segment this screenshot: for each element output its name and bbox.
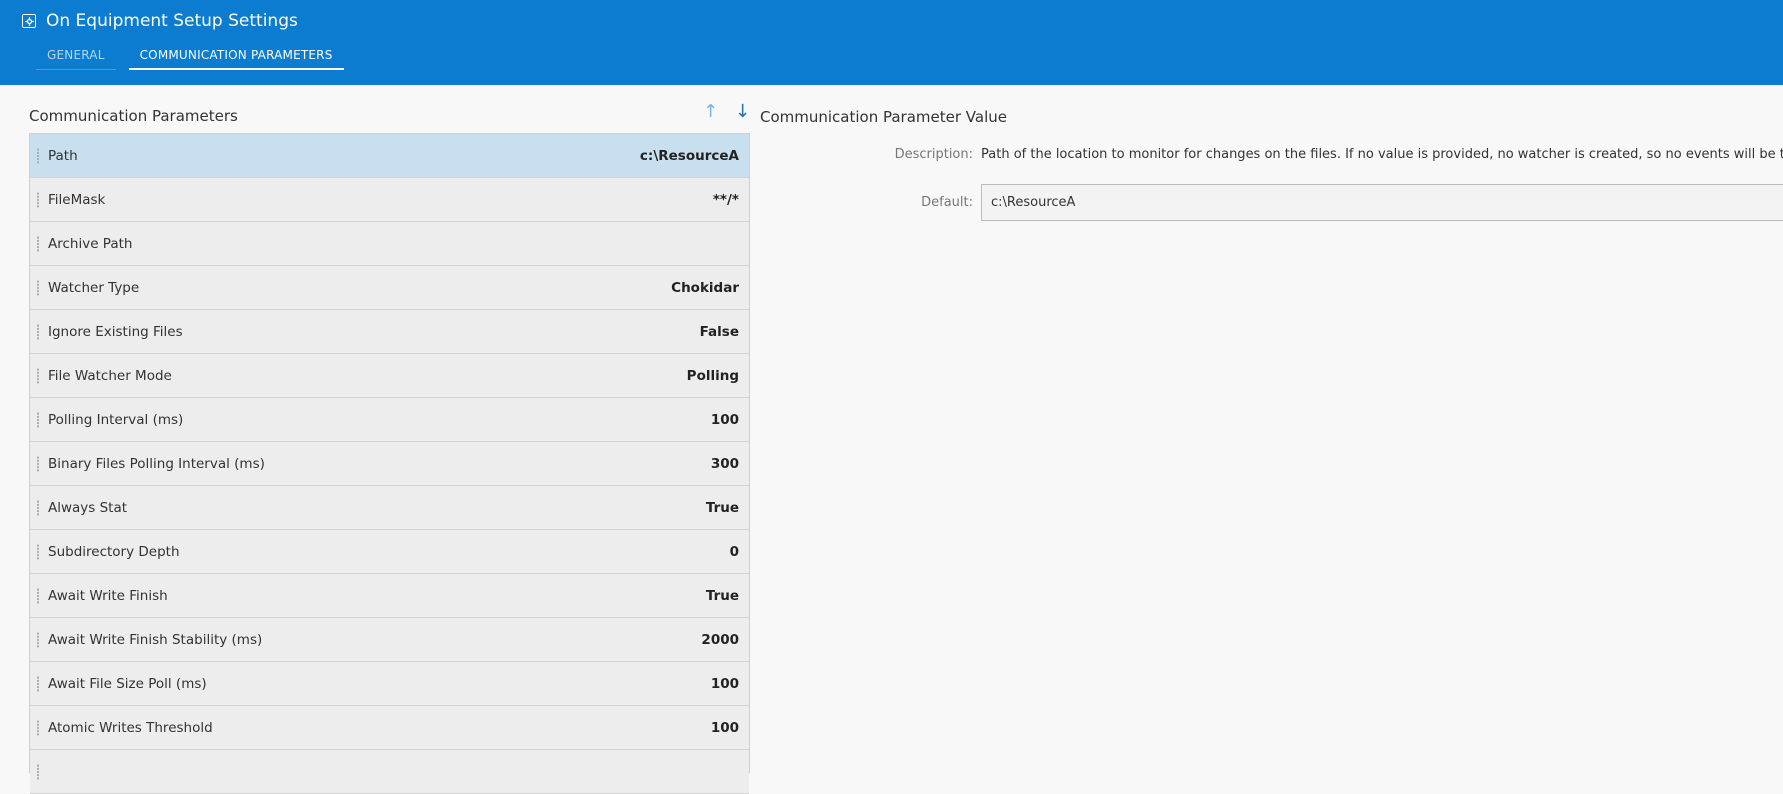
table-row[interactable]: Binary Files Polling Interval (ms) 300 xyxy=(30,442,749,486)
drag-handle-icon[interactable] xyxy=(36,764,40,780)
row-label: Path xyxy=(48,147,78,164)
row-label: Polling Interval (ms) xyxy=(48,411,184,428)
drag-handle-icon[interactable] xyxy=(36,632,40,648)
drag-handle-icon[interactable] xyxy=(36,676,40,692)
description-label: Description: xyxy=(894,147,973,162)
description-text: Path of the location to monitor for chan… xyxy=(981,147,1783,162)
row-value: Polling xyxy=(686,367,739,384)
row-value: 100 xyxy=(710,411,739,428)
row-label: FileMask xyxy=(48,191,106,208)
row-label: Await Write Finish Stability (ms) xyxy=(48,631,263,648)
drag-handle-icon[interactable] xyxy=(36,456,40,472)
row-label: Archive Path xyxy=(48,235,133,252)
tab-bar: GENERAL COMMUNICATION PARAMETERS xyxy=(36,46,357,70)
parameter-list: Path c:\ResourceA FileMask **/* Archive Path… xyxy=(29,133,750,794)
table-row[interactable]: Await File Size Poll (ms) 100 xyxy=(30,662,749,706)
row-value: True xyxy=(705,499,739,516)
table-row[interactable]: Always Stat True xyxy=(30,486,749,530)
row-value: Chokidar xyxy=(671,279,739,296)
row-value: True xyxy=(705,587,739,604)
table-row[interactable] xyxy=(30,750,749,794)
arrow-down-icon[interactable]: ↓ xyxy=(735,103,750,121)
drag-handle-icon[interactable] xyxy=(36,368,40,384)
page-header: On Equipment Setup Settings GENERAL COMM… xyxy=(0,0,1783,85)
row-label: Await File Size Poll (ms) xyxy=(48,675,207,692)
drag-handle-icon[interactable] xyxy=(36,280,40,296)
communication-parameters-title: Communication Parameters xyxy=(29,107,238,125)
drag-handle-icon[interactable] xyxy=(36,324,40,340)
tab-general[interactable]: GENERAL xyxy=(36,46,116,70)
row-value: False xyxy=(699,323,739,340)
arrow-up-icon[interactable]: ↑ xyxy=(703,103,718,121)
title-row: On Equipment Setup Settings xyxy=(22,11,298,31)
row-label: Always Stat xyxy=(48,499,128,516)
row-value: 0 xyxy=(729,543,739,560)
row-label: Watcher Type xyxy=(48,279,140,296)
table-row[interactable]: Subdirectory Depth 0 xyxy=(30,530,749,574)
drag-handle-icon[interactable] xyxy=(36,148,40,164)
table-row[interactable]: Archive Path xyxy=(30,222,749,266)
settings-icon xyxy=(22,14,36,28)
row-value: **/* xyxy=(712,191,739,208)
row-label: File Watcher Mode xyxy=(48,367,172,384)
row-value: 300 xyxy=(710,455,739,472)
table-row[interactable]: FileMask **/* xyxy=(30,178,749,222)
table-row[interactable]: Atomic Writes Threshold 100 xyxy=(30,706,749,750)
table-row[interactable]: Await Write Finish True xyxy=(30,574,749,618)
drag-handle-icon[interactable] xyxy=(36,192,40,208)
row-value: c:\ResourceA xyxy=(639,147,739,164)
row-label: Subdirectory Depth xyxy=(48,543,180,560)
table-row[interactable]: Watcher Type Chokidar xyxy=(30,266,749,310)
row-label: Atomic Writes Threshold xyxy=(48,719,213,736)
default-label: Default: xyxy=(921,195,973,210)
page-title: On Equipment Setup Settings xyxy=(46,11,298,31)
table-row[interactable]: Polling Interval (ms) 100 xyxy=(30,398,749,442)
drag-handle-icon[interactable] xyxy=(36,500,40,516)
tab-communication-parameters[interactable]: COMMUNICATION PARAMETERS xyxy=(128,46,344,70)
row-label: Binary Files Polling Interval (ms) xyxy=(48,455,265,472)
drag-handle-icon[interactable] xyxy=(36,236,40,252)
table-row[interactable]: File Watcher Mode Polling xyxy=(30,354,749,398)
row-label: Await Write Finish xyxy=(48,587,168,604)
row-value: 100 xyxy=(710,675,739,692)
default-value-input[interactable] xyxy=(981,184,1783,221)
parameter-value-title: Communication Parameter Value xyxy=(760,108,1007,126)
row-label: Ignore Existing Files xyxy=(48,323,183,340)
row-value: 100 xyxy=(710,719,739,736)
row-value: 2000 xyxy=(701,631,739,648)
table-row[interactable]: Await Write Finish Stability (ms) 2000 xyxy=(30,618,749,662)
drag-handle-icon[interactable] xyxy=(36,544,40,560)
table-row[interactable]: Ignore Existing Files False xyxy=(30,310,749,354)
drag-handle-icon[interactable] xyxy=(36,588,40,604)
table-row[interactable]: Path c:\ResourceA xyxy=(30,134,749,178)
drag-handle-icon[interactable] xyxy=(36,720,40,736)
drag-handle-icon[interactable] xyxy=(36,412,40,428)
